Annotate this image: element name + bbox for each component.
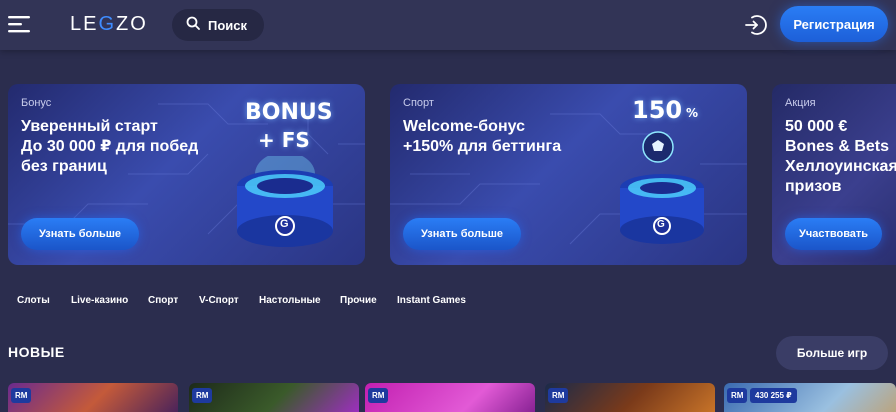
- device-illustration: G: [612, 166, 712, 256]
- rm-badge: RM: [727, 388, 748, 403]
- logo-letter: G: [657, 219, 665, 230]
- banner-title: 50 000 € Bones & Bets Хеллоуинская призо…: [785, 118, 896, 195]
- search-button[interactable]: Поиск: [172, 9, 264, 41]
- promo-bonus-text: BONUS: [245, 100, 333, 125]
- rm-badge: RM: [368, 388, 389, 403]
- jackpot-badge: 430 255 ₽: [750, 388, 797, 403]
- section-title-new: НОВЫЕ: [8, 344, 65, 360]
- game-tile[interactable]: RM: [545, 383, 715, 412]
- banner-category: Спорт: [403, 97, 434, 109]
- top-header: LEGZO Поиск Регистрация: [0, 0, 896, 50]
- game-tile[interactable]: RM: [189, 383, 359, 412]
- logo-part-a: LE: [70, 13, 99, 35]
- game-tile[interactable]: RM: [365, 383, 535, 412]
- logo[interactable]: LEGZO: [70, 13, 148, 36]
- rm-badge: RM: [548, 388, 569, 403]
- learn-more-button[interactable]: Узнать больше: [21, 218, 140, 250]
- hamburger-menu-icon[interactable]: [8, 13, 32, 35]
- game-tile[interactable]: RM 430 255 ₽: [724, 383, 896, 412]
- register-button[interactable]: Регистрация: [780, 6, 888, 42]
- banner-category: Акция: [785, 97, 816, 109]
- category-other[interactable]: Прочие: [340, 295, 377, 306]
- more-games-button[interactable]: Больше игр: [776, 336, 888, 370]
- promo-percent-sign: %: [686, 106, 699, 120]
- game-categories-nav: Слоты Live-казино Спорт V-Спорт Настольн…: [0, 290, 896, 314]
- logo-part-b: ZO: [116, 13, 148, 35]
- banner-title: Уверенный старт До 30 000 ₽ для побед бе…: [21, 118, 199, 175]
- category-sport[interactable]: Спорт: [148, 295, 178, 306]
- promo-banner-sport[interactable]: Спорт Welcome-бонус +150% для беттинга 1…: [390, 84, 747, 265]
- soccer-ball-icon: [641, 130, 675, 164]
- login-icon[interactable]: [743, 13, 767, 37]
- promo-banner-bonus[interactable]: Бонус Уверенный старт До 30 000 ₽ для по…: [8, 84, 365, 265]
- banner-title: Welcome-бонус +150% для беттинга: [403, 118, 562, 155]
- rm-badge: RM: [192, 388, 213, 403]
- category-instant-games[interactable]: Instant Games: [397, 295, 466, 306]
- category-v-sport[interactable]: V-Спорт: [199, 295, 239, 306]
- banner-category: Бонус: [21, 97, 52, 109]
- category-slots[interactable]: Слоты: [17, 295, 50, 306]
- logo-part-g: G: [98, 13, 117, 35]
- logo-letter: G: [280, 218, 289, 230]
- promo-banner-halloween[interactable]: Акция 50 000 € Bones & Bets Хеллоуинская…: [772, 84, 896, 265]
- category-table[interactable]: Настольные: [259, 295, 321, 306]
- category-live-casino[interactable]: Live-казино: [71, 295, 128, 306]
- learn-more-button[interactable]: Узнать больше: [403, 218, 522, 250]
- promo-fs-text: + FS: [258, 128, 310, 152]
- search-label: Поиск: [208, 17, 248, 33]
- rm-badge: RM: [11, 388, 32, 403]
- promo-percent-text: 150: [632, 96, 683, 124]
- game-tile[interactable]: RM: [8, 383, 178, 412]
- device-illustration: G: [230, 152, 340, 256]
- search-icon: [186, 16, 200, 35]
- participate-button[interactable]: Участвовать: [785, 218, 883, 250]
